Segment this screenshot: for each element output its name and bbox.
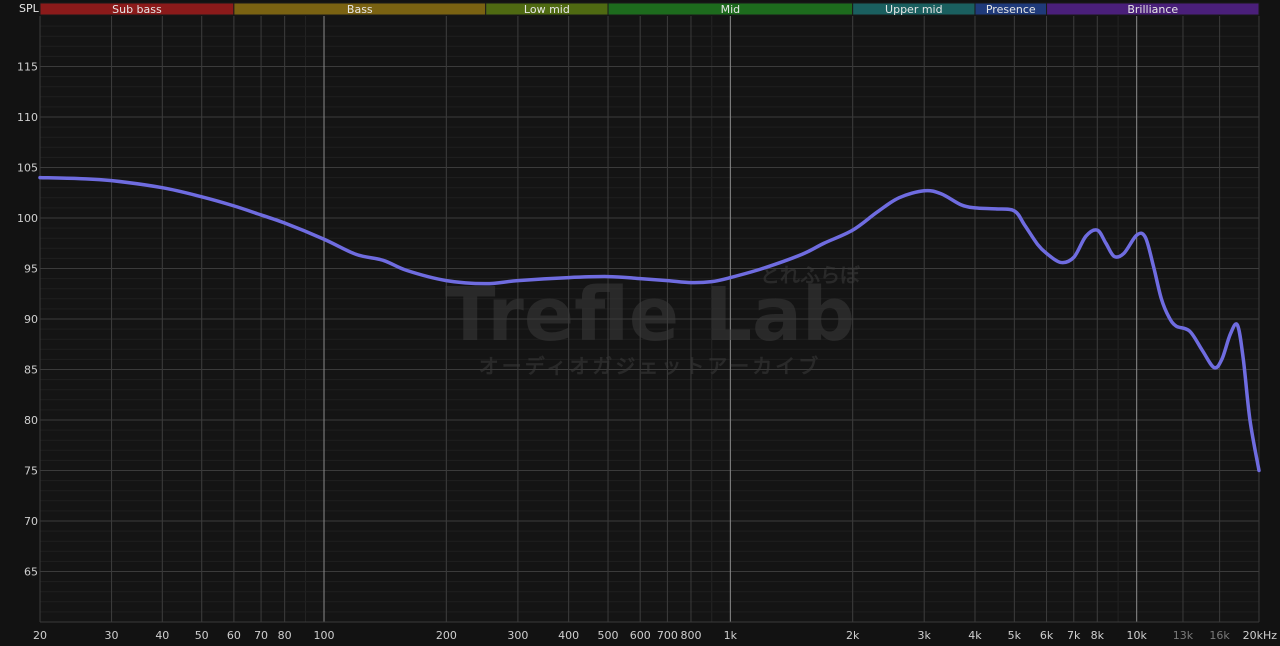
band-label-sub-bass: Sub bass — [112, 3, 162, 16]
band-label-brilliance: Brilliance — [1127, 3, 1178, 16]
x-tick-label: 70 — [254, 629, 268, 642]
x-tick-label: 13k — [1173, 629, 1194, 642]
y-tick-label: 75 — [24, 465, 38, 478]
x-tick-label: 5k — [1008, 629, 1022, 642]
x-tick-label: 6k — [1040, 629, 1054, 642]
y-axis-label: SPL — [19, 2, 40, 15]
x-tick-label: 16k — [1209, 629, 1230, 642]
x-tick-label: 80 — [278, 629, 292, 642]
frequency-band-bar: Sub bass Bass Low mid Mid Upper mid Presence B… — [39, 2, 1260, 16]
frequency-response-chart: Trefle Lab とれふらぼ オーディオガジェットアーカイブ Sub bas… — [0, 0, 1280, 646]
band-label-presence: Presence — [986, 3, 1036, 16]
x-tick-label: 600 — [630, 629, 651, 642]
y-tick-label: 80 — [24, 414, 38, 427]
band-label-bass: Bass — [347, 3, 373, 16]
x-tick-label: 3k — [918, 629, 932, 642]
y-tick-label: 115 — [17, 61, 38, 74]
y-tick-label: 105 — [17, 162, 38, 175]
x-tick-label: 60 — [227, 629, 241, 642]
x-tick-label: 700 — [657, 629, 678, 642]
x-tick-label: 2k — [846, 629, 860, 642]
x-tick-label: 50 — [195, 629, 209, 642]
y-tick-label: 90 — [24, 313, 38, 326]
y-tick-label: 95 — [24, 263, 38, 276]
y-tick-label: 85 — [24, 364, 38, 377]
x-tick-label: 300 — [507, 629, 528, 642]
x-tick-label: 30 — [105, 629, 119, 642]
band-label-upper-mid: Upper mid — [885, 3, 943, 16]
band-label-mid: Mid — [721, 3, 741, 16]
band-label-low-mid: Low mid — [524, 3, 570, 16]
x-tick-label: 8k — [1091, 629, 1105, 642]
y-tick-label: 110 — [17, 111, 38, 124]
y-tick-label: 70 — [24, 515, 38, 528]
x-tick-label: 1k — [724, 629, 738, 642]
x-tick-label: 400 — [558, 629, 579, 642]
x-tick-label: 4k — [968, 629, 982, 642]
x-tick-label: 20 — [33, 629, 47, 642]
x-tick-label: 100 — [314, 629, 335, 642]
x-tick-label: 800 — [680, 629, 701, 642]
watermark-brand-jp: とれふらぼ — [760, 263, 861, 287]
x-tick-label: 10k — [1126, 629, 1147, 642]
x-tick-label: 500 — [598, 629, 619, 642]
y-tick-label: 65 — [24, 566, 38, 579]
x-tick-label: 200 — [436, 629, 457, 642]
x-tick-label: 40 — [155, 629, 169, 642]
x-tick-label: 20kHz — [1243, 629, 1278, 642]
y-tick-label: 100 — [17, 212, 38, 225]
watermark-subtitle: オーディオガジェットアーカイブ — [479, 354, 821, 378]
x-tick-label: 7k — [1067, 629, 1081, 642]
